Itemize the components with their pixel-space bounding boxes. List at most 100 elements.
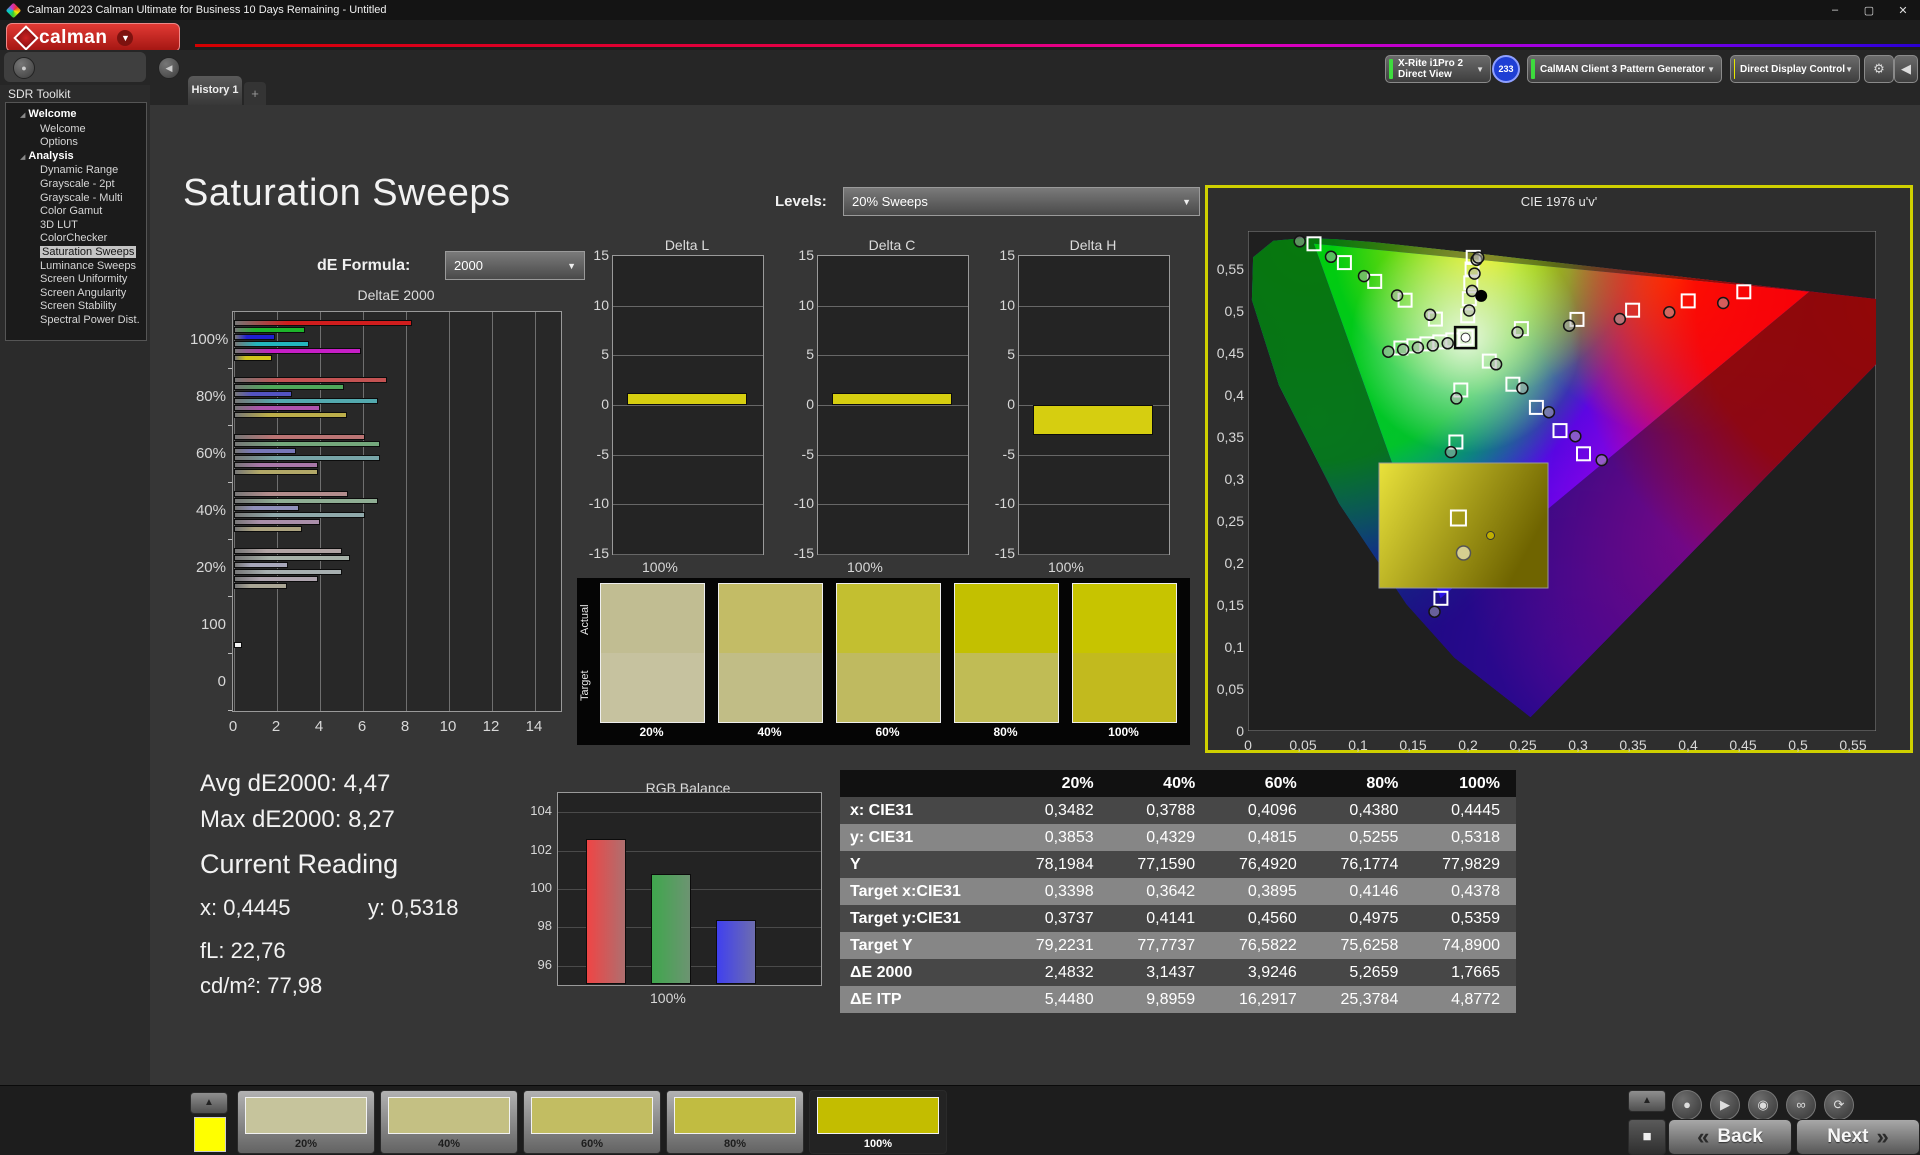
tree-item-luminance-sweeps[interactable]: Luminance Sweeps: [6, 260, 146, 274]
tree-expander-icon[interactable]: ◢: [20, 154, 25, 161]
bar-magenta-80%: [234, 405, 320, 411]
table-row: ΔE 2000 2,4832 3,1437 3,9246 5,2659 1,7665: [840, 959, 1516, 986]
minimize-button[interactable]: –: [1818, 4, 1852, 17]
patch-button-80%[interactable]: 80%: [666, 1090, 804, 1154]
table-header-cell: 80%: [1312, 770, 1415, 797]
table-cell: 0,4096: [1247, 801, 1297, 819]
levels-dropdown[interactable]: 20% Sweeps ▼: [843, 187, 1200, 216]
swatch-label: 40%: [757, 725, 782, 739]
tree-item-dynamic-range[interactable]: Dynamic Range: [6, 164, 146, 178]
settings-gear-button[interactable]: ⚙: [1864, 55, 1894, 83]
panel-collapse-button[interactable]: ◀: [1894, 55, 1918, 83]
record-button[interactable]: ●: [1672, 1090, 1702, 1120]
tree-item-welcome[interactable]: Welcome: [6, 123, 146, 137]
levels-label: Levels:: [775, 193, 827, 210]
tree-expander-icon[interactable]: ◢: [20, 112, 25, 119]
x-tick-label: 8: [400, 718, 410, 735]
swatch-label: 60%: [875, 725, 900, 739]
workspace-dot-button[interactable]: ●: [13, 57, 35, 79]
refresh-button[interactable]: ⟳: [1824, 1090, 1854, 1120]
gridline: [613, 554, 763, 555]
axis-tick: [228, 425, 232, 426]
cie-x-tick: 0,3: [1568, 737, 1588, 753]
capture-button[interactable]: ◉: [1748, 1090, 1778, 1120]
cie-x-tick: 0,05: [1289, 737, 1317, 753]
cie-diagram-svg: [1248, 231, 1876, 731]
patch-button-20%[interactable]: 20%: [237, 1090, 375, 1154]
delta-h-chart: Delta H 15 10 5 0 -5 -10 -15 100%: [991, 233, 1186, 583]
table-cell: 0,3788: [1146, 801, 1196, 819]
close-button[interactable]: ✕: [1886, 4, 1920, 17]
loop-button[interactable]: ∞: [1786, 1090, 1816, 1120]
patch-button-40%[interactable]: 40%: [380, 1090, 518, 1154]
tree-item-spectral-power-dist-[interactable]: Spectral Power Dist.: [6, 314, 146, 328]
swatch-actual-100%: [1072, 583, 1177, 654]
patch-swatch: [674, 1097, 796, 1134]
measured-marker-yellow: [1472, 251, 1485, 264]
meter-badge[interactable]: 233: [1492, 55, 1520, 83]
stop-button[interactable]: ■: [1628, 1119, 1666, 1155]
measurement-table: 20% 40% 60% 80% 100% x: CIE31 0,3482 0,3788 0,40…: [840, 770, 1516, 1013]
gridline: [1019, 504, 1169, 506]
patch-button-100%[interactable]: 100%: [809, 1090, 947, 1154]
tree-item-screen-stability[interactable]: Screen Stability: [6, 300, 146, 314]
table-cell: 3,9246: [1247, 963, 1297, 981]
y-tick-label: -5: [801, 445, 814, 462]
back-button[interactable]: « Back: [1668, 1119, 1792, 1155]
tree-item-options[interactable]: Options: [6, 136, 146, 150]
swatch-actual-80%: [954, 583, 1059, 654]
table-cell: 74,8900: [1442, 936, 1500, 954]
swatch-label: 100%: [1108, 725, 1139, 739]
actual-row-label: Actual: [579, 604, 591, 636]
table-cell: 5,4480: [1044, 990, 1094, 1008]
current-reading-heading: Current Reading: [200, 849, 399, 879]
de-formula-label: dE Formula:: [317, 257, 411, 274]
swatch-target-80%: [954, 653, 1059, 723]
calman-diamond-icon: [13, 24, 39, 51]
tree-item-colorchecker[interactable]: ColorChecker: [6, 232, 146, 246]
maximize-button[interactable]: ▢: [1852, 4, 1886, 17]
tree-item-grayscale-2pt[interactable]: Grayscale - 2pt: [6, 178, 146, 192]
sidebar-collapse-button[interactable]: ◀: [158, 57, 180, 79]
add-tab-button[interactable]: +: [244, 82, 266, 105]
transport-up-button[interactable]: ▲: [1628, 1090, 1666, 1112]
table-header-cell: 60%: [1211, 770, 1313, 797]
de-formula-dropdown[interactable]: 2000 ▼: [445, 251, 585, 280]
table-cell: 78,1984: [1035, 855, 1094, 873]
tree-item-welcome[interactable]: ◢ Welcome: [6, 108, 146, 123]
calman-menu-button[interactable]: calman ▼: [6, 23, 180, 52]
display-control-dropdown[interactable]: Direct Display Control ▼: [1730, 55, 1860, 83]
bar-green-20%: [234, 555, 351, 561]
tree-item-saturation-sweeps[interactable]: Saturation Sweeps: [6, 245, 146, 260]
table-cell: 9,8959: [1146, 990, 1196, 1008]
tree-item-screen-angularity[interactable]: Screen Angularity: [6, 287, 146, 301]
swatch-actual-20%: [600, 583, 705, 654]
meter-dropdown[interactable]: X-Rite i1Pro 2 Direct View ▼: [1385, 55, 1491, 83]
tree-item-screen-uniformity[interactable]: Screen Uniformity: [6, 273, 146, 287]
play-button[interactable]: ▶: [1710, 1090, 1740, 1120]
cie-y-tick: 0,4: [1224, 387, 1244, 403]
tree-item-color-gamut[interactable]: Color Gamut: [6, 205, 146, 219]
pattern-generator-dropdown[interactable]: CalMAN Client 3 Pattern Generator ▼: [1527, 55, 1722, 83]
tree-item-analysis[interactable]: ◢ Analysis: [6, 150, 146, 165]
swatch-target-40%: [718, 653, 823, 723]
table-cell: 0,3895: [1247, 882, 1297, 900]
tree-item-3d-lut[interactable]: 3D LUT: [6, 219, 146, 233]
table-cell: 0,4141: [1146, 909, 1196, 927]
axis-tick: [228, 596, 232, 597]
bar-yellow-80%: [234, 412, 348, 418]
tab-history-1[interactable]: History 1: [188, 76, 242, 105]
tree-item-grayscale-multi[interactable]: Grayscale - Multi: [6, 192, 146, 206]
cie-1976-chart-panel[interactable]: CIE 1976 u'v' 0 0,05 0,1 0,15 0,2 0,25 0,3 0,35…: [1205, 185, 1913, 753]
patch-button-60%[interactable]: 60%: [523, 1090, 661, 1154]
gridline: [492, 312, 493, 711]
patch-list-up-button[interactable]: ▲: [190, 1092, 228, 1114]
bar-cyan-40%: [234, 512, 366, 518]
y-tick-label: 96: [537, 956, 552, 972]
next-button[interactable]: Next »: [1796, 1119, 1920, 1155]
bar-blue-80%: [234, 391, 293, 397]
measured-marker-green: [1357, 269, 1371, 283]
x-category-label: 100%: [650, 990, 686, 1006]
meter-status-indicator: [1389, 59, 1393, 79]
table-cell: 0,4560: [1247, 909, 1297, 927]
